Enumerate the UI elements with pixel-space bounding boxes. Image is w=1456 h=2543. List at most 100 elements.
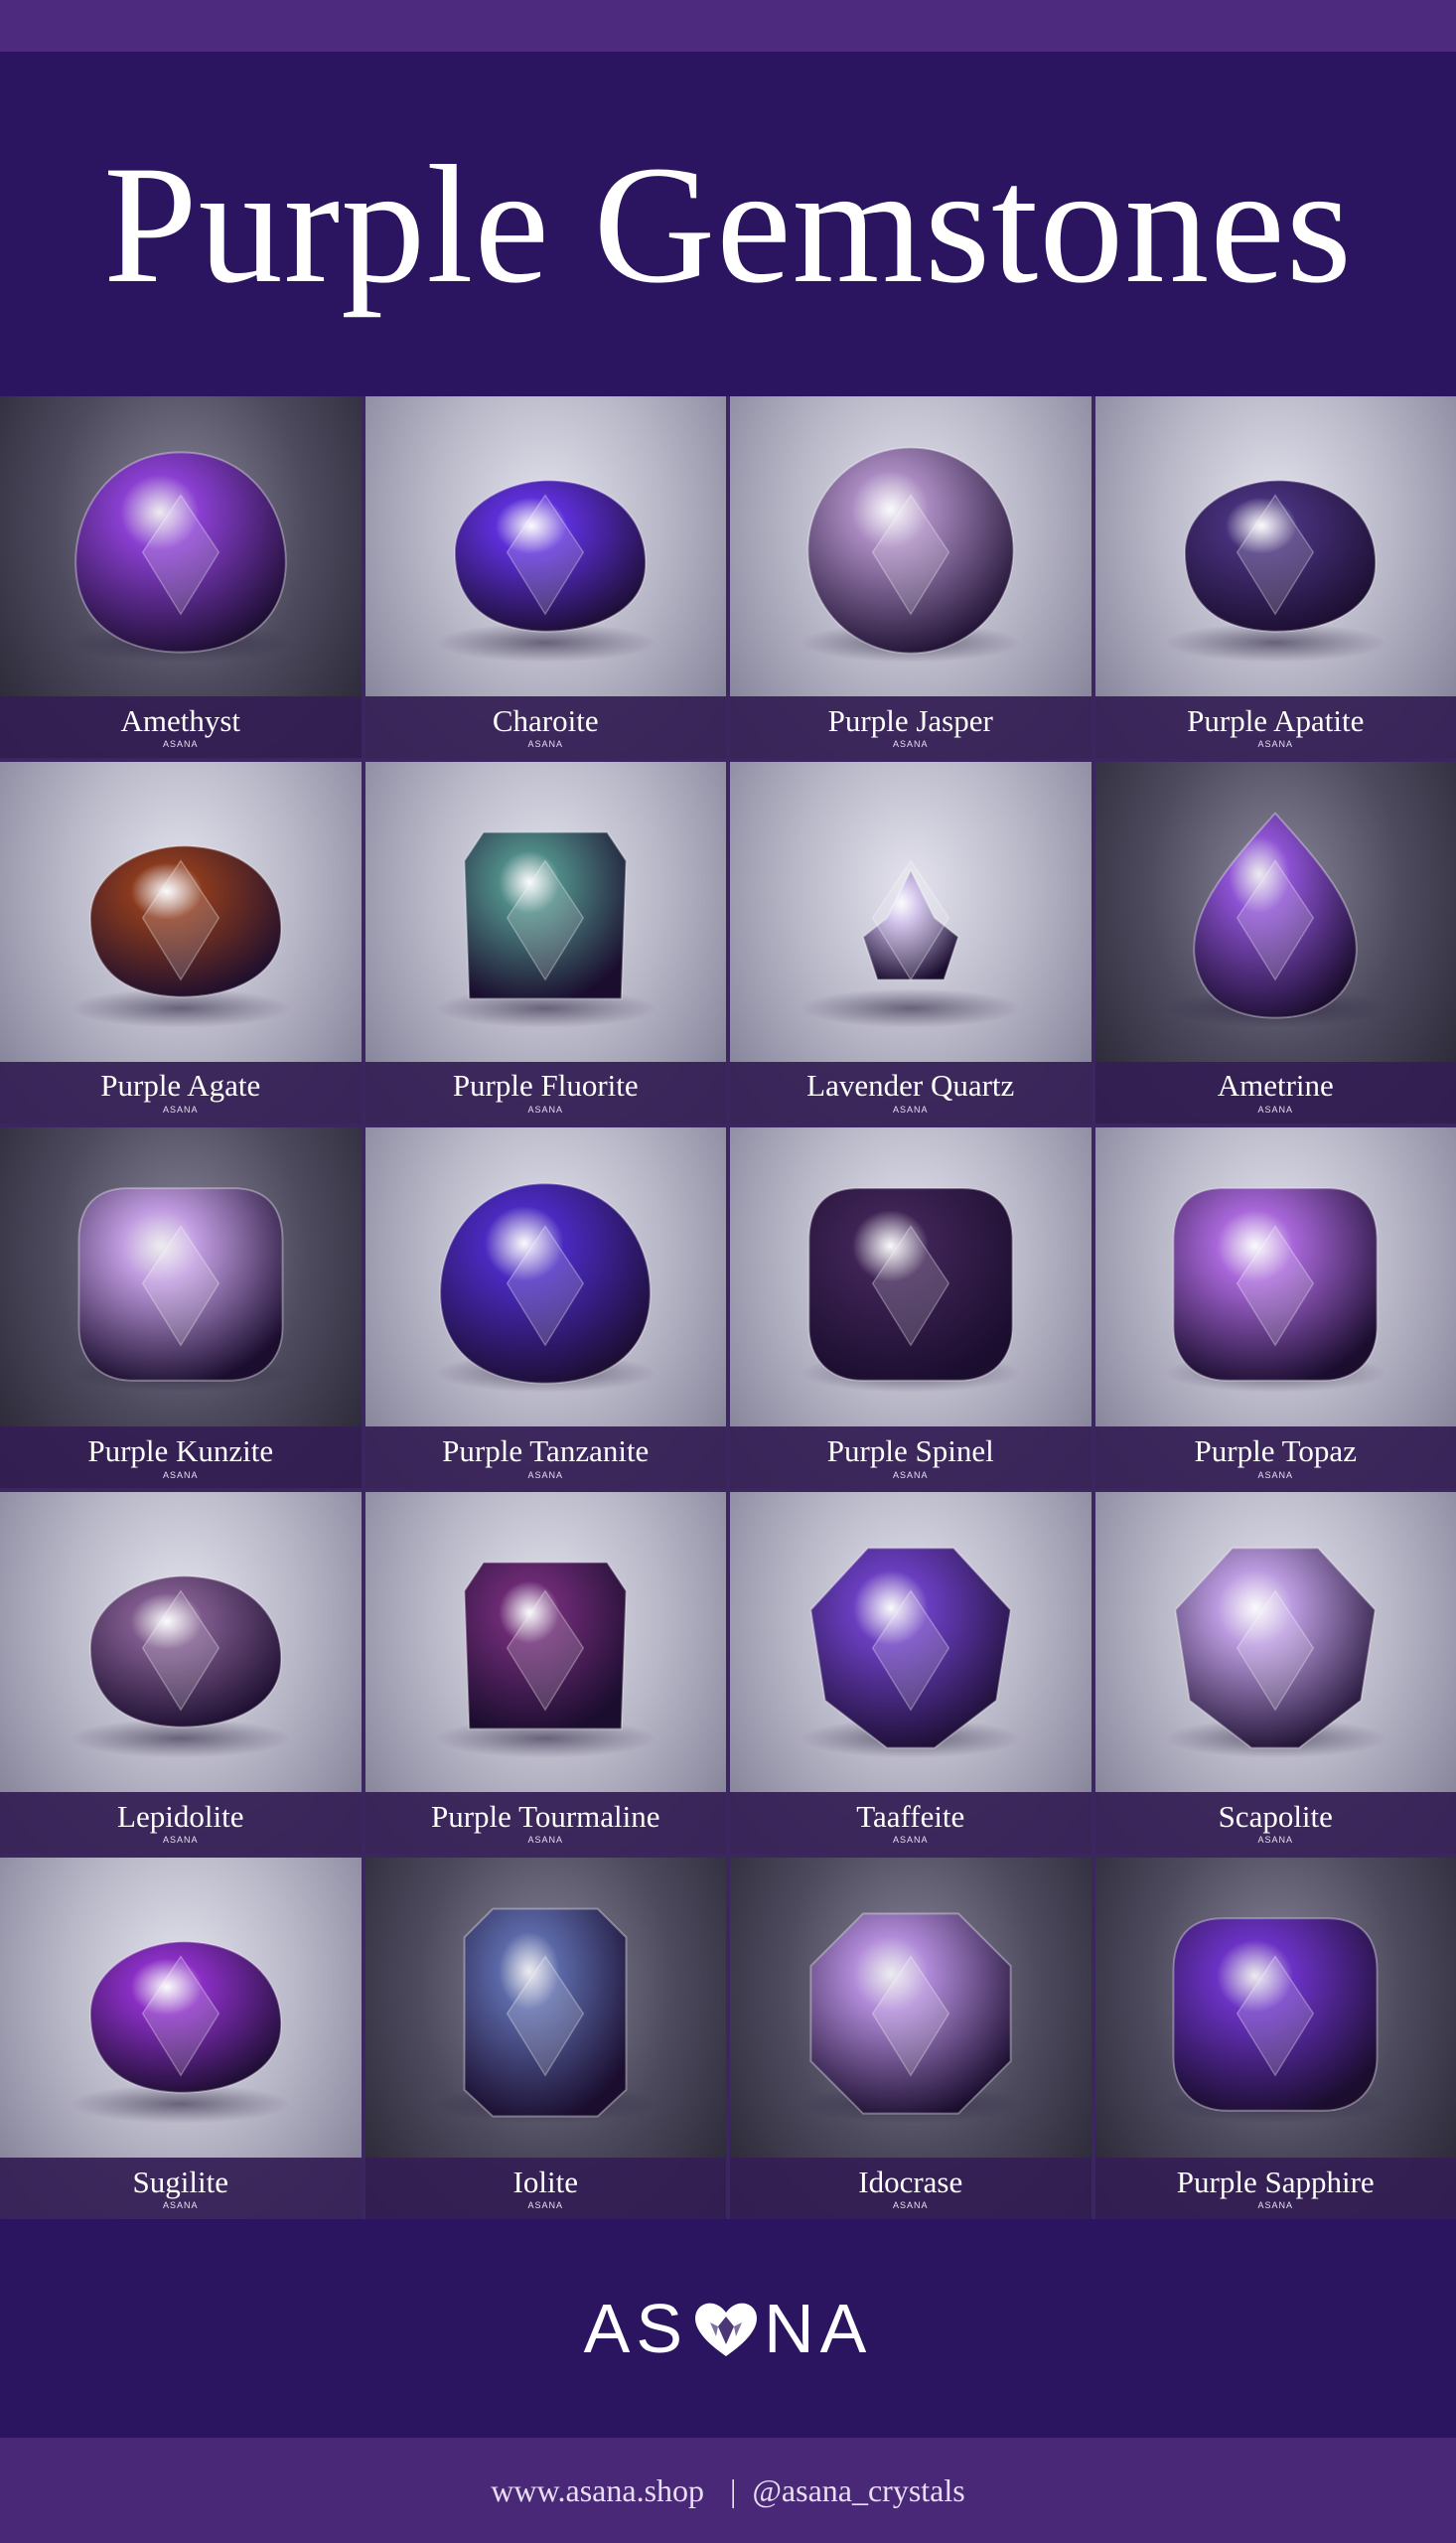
gem-name: Iolite [512,2164,578,2199]
gem-image-charoite [421,438,669,667]
gem-name: Purple Tanzanite [442,1433,650,1469]
gem-tile-purple-sapphire: Purple Sapphire ASANA [1094,1858,1456,2219]
gem-tile-lavender-quartz: Lavender Quartz ASANA [730,761,1092,1123]
gem-tile-sugilite: Sugilite ASANA [0,1858,362,2219]
gem-image-taaffeite [787,1534,1035,1762]
page-title: Purple Gemstones [103,130,1353,318]
gem-caption: Purple Kunzite ASANA [0,1426,362,1489]
logo-text-left: AS [583,2290,689,2367]
gem-tile-purple-tourmaline: Purple Tourmaline ASANA [364,1492,726,1855]
top-strip [0,0,1456,52]
gem-caption: Purple Tanzanite ASANA [364,1426,726,1489]
tile-watermark-logo: ASANA [892,1469,929,1480]
gem-name: Purple Jasper [827,702,993,738]
gem-image-purple-topaz [1151,1169,1399,1398]
gem-image-scapolite [1151,1534,1399,1762]
tile-watermark-logo: ASANA [527,2200,563,2211]
gem-caption: Scapolite ASANA [1094,1792,1456,1855]
gem-tile-taaffeite: Taaffeite ASANA [730,1492,1092,1855]
gem-tile-scapolite: Scapolite ASANA [1094,1492,1456,1855]
gem-name: Amethyst [120,702,241,738]
gem-caption: Purple Jasper ASANA [730,695,1092,758]
gem-tile-iolite: Iolite ASANA [364,1858,726,2219]
gem-name: Ametrine [1217,1068,1334,1104]
gem-caption: Purple Apatite ASANA [1094,695,1456,758]
gem-image-purple-apatite [1151,438,1399,667]
brand-logo[interactable]: AS NA [584,2289,873,2368]
gem-caption: Idocrase ASANA [730,2157,1092,2219]
gem-name: Sugilite [132,2164,228,2199]
tile-watermark-logo: ASANA [1257,739,1293,750]
gem-name: Purple Spinel [826,1433,994,1469]
gem-tile-idocrase: Idocrase ASANA [730,1858,1092,2219]
gem-image-sugilite [57,1899,305,2128]
gem-caption: Amethyst ASANA [0,695,362,758]
gem-tile-ametrine: Ametrine ASANA [1094,761,1456,1123]
gem-name: Purple Topaz [1194,1433,1357,1469]
gem-name: Purple Agate [100,1068,261,1104]
gem-image-purple-tanzanite [421,1169,669,1398]
website-link[interactable]: www.asana.shop [491,2472,704,2509]
gem-name: Purple Apatite [1187,702,1365,738]
gem-caption: Lepidolite ASANA [0,1792,362,1855]
gem-name: Idocrase [858,2164,963,2199]
gem-caption: Lavender Quartz ASANA [730,1061,1092,1123]
tile-watermark-logo: ASANA [527,1104,563,1115]
logo-text-right: NA [764,2290,873,2367]
tile-watermark-logo: ASANA [527,1469,563,1480]
gem-tile-purple-agate: Purple Agate ASANA [0,761,362,1123]
gem-image-purple-kunzite [57,1169,305,1398]
gem-caption: Purple Topaz ASANA [1094,1426,1456,1489]
contact-bar: www.asana.shop | @asana_crystals [0,2438,1456,2543]
tile-watermark-logo: ASANA [162,2200,199,2211]
header: Purple Gemstones [0,52,1456,396]
social-handle[interactable]: @asana_crystals [752,2472,964,2509]
gem-name: Lavender Quartz [806,1068,1015,1104]
gem-caption: Charoite ASANA [364,695,726,758]
gem-caption: Iolite ASANA [364,2157,726,2219]
gem-image-purple-jasper [787,438,1035,667]
gem-caption: Purple Fluorite ASANA [364,1061,726,1123]
tile-watermark-logo: ASANA [892,1835,929,1846]
gem-tile-purple-topaz: Purple Topaz ASANA [1094,1126,1456,1489]
tile-watermark-logo: ASANA [892,1104,929,1115]
tile-watermark-logo: ASANA [1257,1469,1293,1480]
gem-image-lepidolite [57,1534,305,1762]
gem-caption: Purple Spinel ASANA [730,1426,1092,1489]
gem-caption: Sugilite ASANA [0,2157,362,2219]
gem-tile-purple-tanzanite: Purple Tanzanite ASANA [364,1126,726,1489]
gem-tile-charoite: Charoite ASANA [364,396,726,758]
gem-caption: Purple Tourmaline ASANA [364,1792,726,1855]
tile-watermark-logo: ASANA [162,1469,199,1480]
gem-image-purple-tourmaline [421,1534,669,1762]
tile-watermark-logo: ASANA [892,2200,929,2211]
infographic: Purple Gemstones Amethyst ASANA Charoite AS… [0,0,1456,2543]
gem-image-amethyst [57,438,305,667]
gem-name: Purple Sapphire [1176,2164,1375,2199]
tile-watermark-logo: ASANA [1257,2200,1293,2211]
gem-tile-purple-fluorite: Purple Fluorite ASANA [364,761,726,1123]
gem-name: Scapolite [1218,1798,1333,1834]
tile-watermark-logo: ASANA [527,1835,563,1846]
gem-image-lavender-quartz [787,804,1035,1032]
gem-name: Charoite [492,702,599,738]
gem-name: Lepidolite [117,1798,244,1834]
heart-crystal-icon [690,2297,762,2360]
tile-watermark-logo: ASANA [162,1104,199,1115]
tile-watermark-logo: ASANA [162,1835,199,1846]
gem-caption: Taaffeite ASANA [730,1792,1092,1855]
gem-caption: Purple Agate ASANA [0,1061,362,1123]
tile-watermark-logo: ASANA [1257,1104,1293,1115]
gem-tile-purple-jasper: Purple Jasper ASANA [730,396,1092,758]
tile-watermark-logo: ASANA [892,739,929,750]
gem-tile-purple-kunzite: Purple Kunzite ASANA [0,1126,362,1489]
gem-image-purple-spinel [787,1169,1035,1398]
tile-watermark-logo: ASANA [527,739,563,750]
gem-name: Taaffeite [856,1798,965,1834]
gem-caption: Purple Sapphire ASANA [1094,2157,1456,2219]
gem-caption: Ametrine ASANA [1094,1061,1456,1123]
gem-image-purple-fluorite [421,804,669,1032]
gem-tile-amethyst: Amethyst ASANA [0,396,362,758]
gem-name: Purple Tourmaline [430,1798,660,1834]
gem-tile-purple-apatite: Purple Apatite ASANA [1094,396,1456,758]
